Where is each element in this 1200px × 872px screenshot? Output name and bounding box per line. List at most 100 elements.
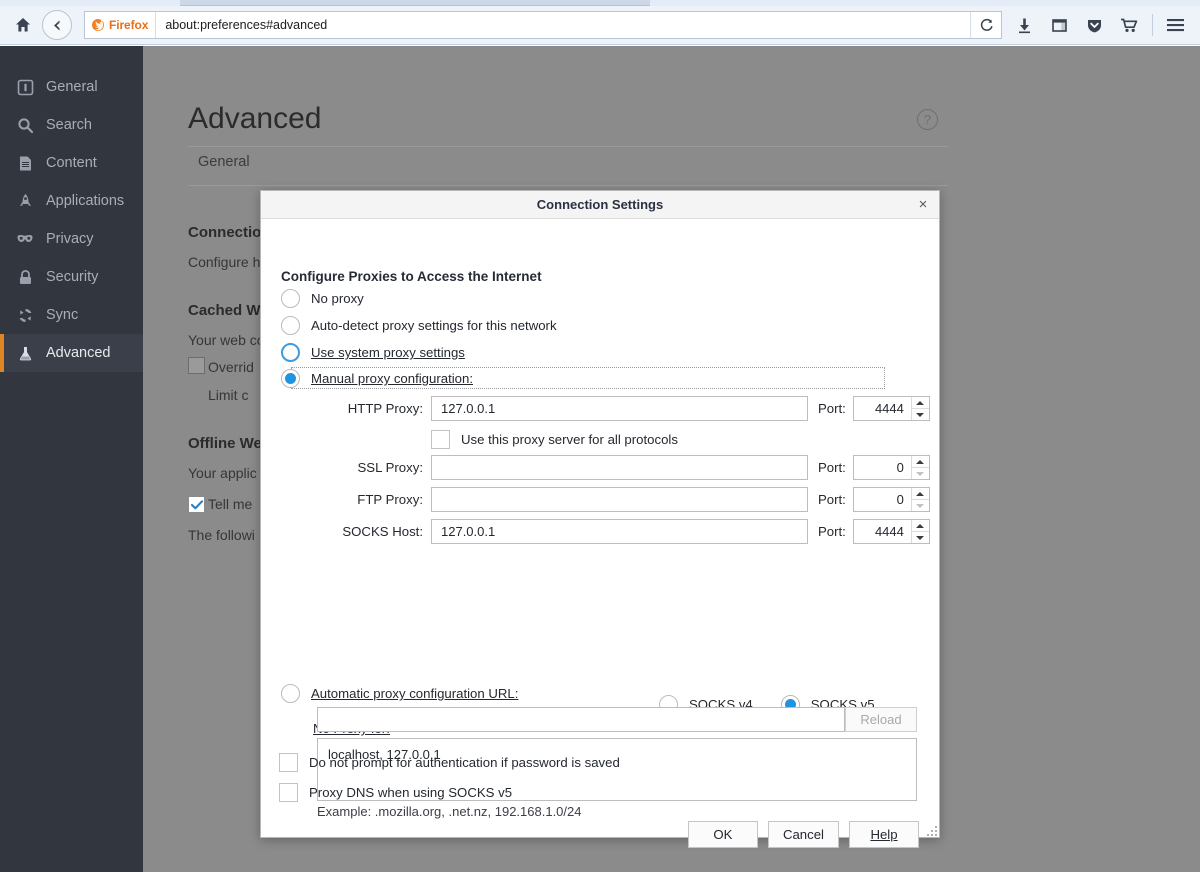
ssl-proxy-input[interactable] bbox=[431, 455, 808, 480]
ftp-port-value[interactable]: 0 bbox=[854, 488, 911, 511]
socks-port-stepper[interactable]: 4444 bbox=[853, 519, 930, 544]
checkmark-icon bbox=[191, 500, 203, 510]
cached-heading: Cached W bbox=[188, 302, 261, 319]
dialog-button-row: OK Cancel Help bbox=[688, 821, 919, 848]
ssl-proxy-row: SSL Proxy: Port: 0 bbox=[281, 455, 921, 480]
use-all-protocols-label: Use this proxy server for all protocols bbox=[461, 432, 678, 447]
close-icon[interactable]: × bbox=[914, 195, 932, 213]
stepper-down-icon[interactable] bbox=[912, 532, 929, 543]
pocket-shield-icon[interactable] bbox=[1078, 10, 1111, 40]
section-title: Configure Proxies to Access the Internet bbox=[281, 269, 542, 284]
http-port-label: Port: bbox=[808, 401, 853, 416]
stepper-down-icon[interactable] bbox=[912, 468, 929, 479]
help-question-icon[interactable]: ? bbox=[917, 109, 938, 130]
advanced-flask-icon bbox=[14, 342, 36, 364]
sidebar-item-label: Security bbox=[46, 269, 98, 285]
tell-me-checkbox[interactable] bbox=[188, 496, 205, 513]
pac-url-input[interactable] bbox=[317, 707, 845, 732]
radio-label: Automatic proxy configuration URL: bbox=[311, 686, 518, 701]
stepper-up-icon[interactable] bbox=[912, 520, 929, 532]
sidebar-item-advanced[interactable]: Advanced bbox=[0, 334, 143, 372]
ftp-proxy-input[interactable] bbox=[431, 487, 808, 512]
ssl-port-stepper[interactable]: 0 bbox=[853, 455, 930, 480]
sidebar-item-sync[interactable]: Sync bbox=[0, 296, 143, 334]
radio-manual-proxy[interactable]: Manual proxy configuration: bbox=[281, 369, 473, 388]
sidebar-item-content[interactable]: Content bbox=[0, 144, 143, 182]
radio-label: Manual proxy configuration: bbox=[311, 371, 473, 386]
connection-description: Configure h bbox=[188, 254, 260, 270]
radio-indicator bbox=[281, 289, 300, 308]
stepper-arrows[interactable] bbox=[911, 397, 929, 420]
http-proxy-row: HTTP Proxy: 127.0.0.1 Port: 4444 bbox=[281, 396, 921, 421]
toolbar-icons bbox=[1008, 10, 1192, 40]
url-bar[interactable]: Firefox about:preferences#advanced bbox=[84, 11, 1002, 39]
ftp-port-stepper[interactable]: 0 bbox=[853, 487, 930, 512]
hamburger-menu-icon[interactable] bbox=[1159, 10, 1192, 40]
page-title: Advanced bbox=[188, 102, 321, 136]
stepper-up-icon[interactable] bbox=[912, 456, 929, 468]
applications-rocket-icon bbox=[14, 190, 36, 212]
http-port-stepper[interactable]: 4444 bbox=[853, 396, 930, 421]
divider-tabs bbox=[188, 185, 948, 186]
content-area: General Search Content Applications bbox=[0, 46, 1200, 872]
stepper-arrows[interactable] bbox=[911, 520, 929, 543]
http-proxy-input[interactable]: 127.0.0.1 bbox=[431, 396, 808, 421]
socks-port-label: Port: bbox=[808, 524, 853, 539]
firefox-icon bbox=[91, 18, 105, 32]
download-arrow-icon[interactable] bbox=[1008, 10, 1041, 40]
no-auth-prompt-label: Do not prompt for authentication if pass… bbox=[309, 755, 620, 770]
url-text[interactable]: about:preferences#advanced bbox=[156, 18, 327, 32]
use-all-protocols-checkbox[interactable] bbox=[431, 430, 450, 449]
radio-label: No proxy bbox=[311, 291, 364, 306]
ftp-proxy-label: FTP Proxy: bbox=[281, 492, 431, 507]
sidebar-item-general[interactable]: General bbox=[0, 68, 143, 106]
home-icon[interactable] bbox=[8, 10, 38, 40]
sidebar-item-applications[interactable]: Applications bbox=[0, 182, 143, 220]
ok-button[interactable]: OK bbox=[688, 821, 758, 848]
socks-host-input[interactable]: 127.0.0.1 bbox=[431, 519, 808, 544]
http-port-value[interactable]: 4444 bbox=[854, 397, 911, 420]
reload-button[interactable] bbox=[970, 12, 1001, 38]
back-button[interactable] bbox=[42, 10, 72, 40]
radio-no-proxy[interactable]: No proxy bbox=[281, 289, 364, 308]
stepper-arrows[interactable] bbox=[911, 456, 929, 479]
tell-me-label: Tell me bbox=[208, 496, 252, 512]
stepper-down-icon[interactable] bbox=[912, 409, 929, 420]
radio-auto-detect[interactable]: Auto-detect proxy settings for this netw… bbox=[281, 316, 557, 335]
proxy-dns-checkbox[interactable] bbox=[279, 783, 298, 802]
sidebar-item-search[interactable]: Search bbox=[0, 106, 143, 144]
stepper-arrows[interactable] bbox=[911, 488, 929, 511]
cancel-button[interactable]: Cancel bbox=[768, 821, 839, 848]
sidebar-item-security[interactable]: Security bbox=[0, 258, 143, 296]
no-auth-prompt-row[interactable]: Do not prompt for authentication if pass… bbox=[279, 753, 620, 772]
sidebar-item-label: General bbox=[46, 79, 98, 95]
radio-label: Use system proxy settings bbox=[311, 345, 465, 360]
stepper-down-icon[interactable] bbox=[912, 500, 929, 511]
use-all-protocols-row[interactable]: Use this proxy server for all protocols bbox=[431, 430, 678, 449]
no-auth-prompt-checkbox[interactable] bbox=[279, 753, 298, 772]
help-button[interactable]: Help bbox=[849, 821, 919, 848]
stepper-up-icon[interactable] bbox=[912, 397, 929, 409]
connection-settings-dialog: Connection Settings × Configure Proxies … bbox=[260, 190, 940, 838]
radio-use-system[interactable]: Use system proxy settings bbox=[281, 343, 465, 362]
socks-port-value[interactable]: 4444 bbox=[854, 520, 911, 543]
override-cache-checkbox[interactable] bbox=[188, 357, 205, 374]
shopping-cart-icon[interactable] bbox=[1113, 10, 1146, 40]
pac-reload-button[interactable]: Reload bbox=[845, 707, 917, 732]
sidebar-item-label: Content bbox=[46, 155, 97, 171]
sidebar-item-label: Privacy bbox=[46, 231, 94, 247]
divider-top bbox=[188, 146, 948, 147]
radio-automatic-pac[interactable]: Automatic proxy configuration URL: bbox=[281, 684, 518, 703]
proxy-dns-row[interactable]: Proxy DNS when using SOCKS v5 bbox=[279, 783, 512, 802]
tab-general[interactable]: General bbox=[198, 154, 250, 170]
dialog-resize-grip[interactable] bbox=[925, 824, 937, 836]
site-identity[interactable]: Firefox bbox=[85, 12, 156, 38]
ftp-port-label: Port: bbox=[808, 492, 853, 507]
stepper-up-icon[interactable] bbox=[912, 488, 929, 500]
ssl-port-value[interactable]: 0 bbox=[854, 456, 911, 479]
sidebar-item-privacy[interactable]: Privacy bbox=[0, 220, 143, 258]
radio-indicator bbox=[281, 684, 300, 703]
example-hint: Example: .mozilla.org, .net.nz, 192.168.… bbox=[317, 804, 582, 819]
reader-window-icon[interactable] bbox=[1043, 10, 1076, 40]
content-document-icon bbox=[14, 152, 36, 174]
